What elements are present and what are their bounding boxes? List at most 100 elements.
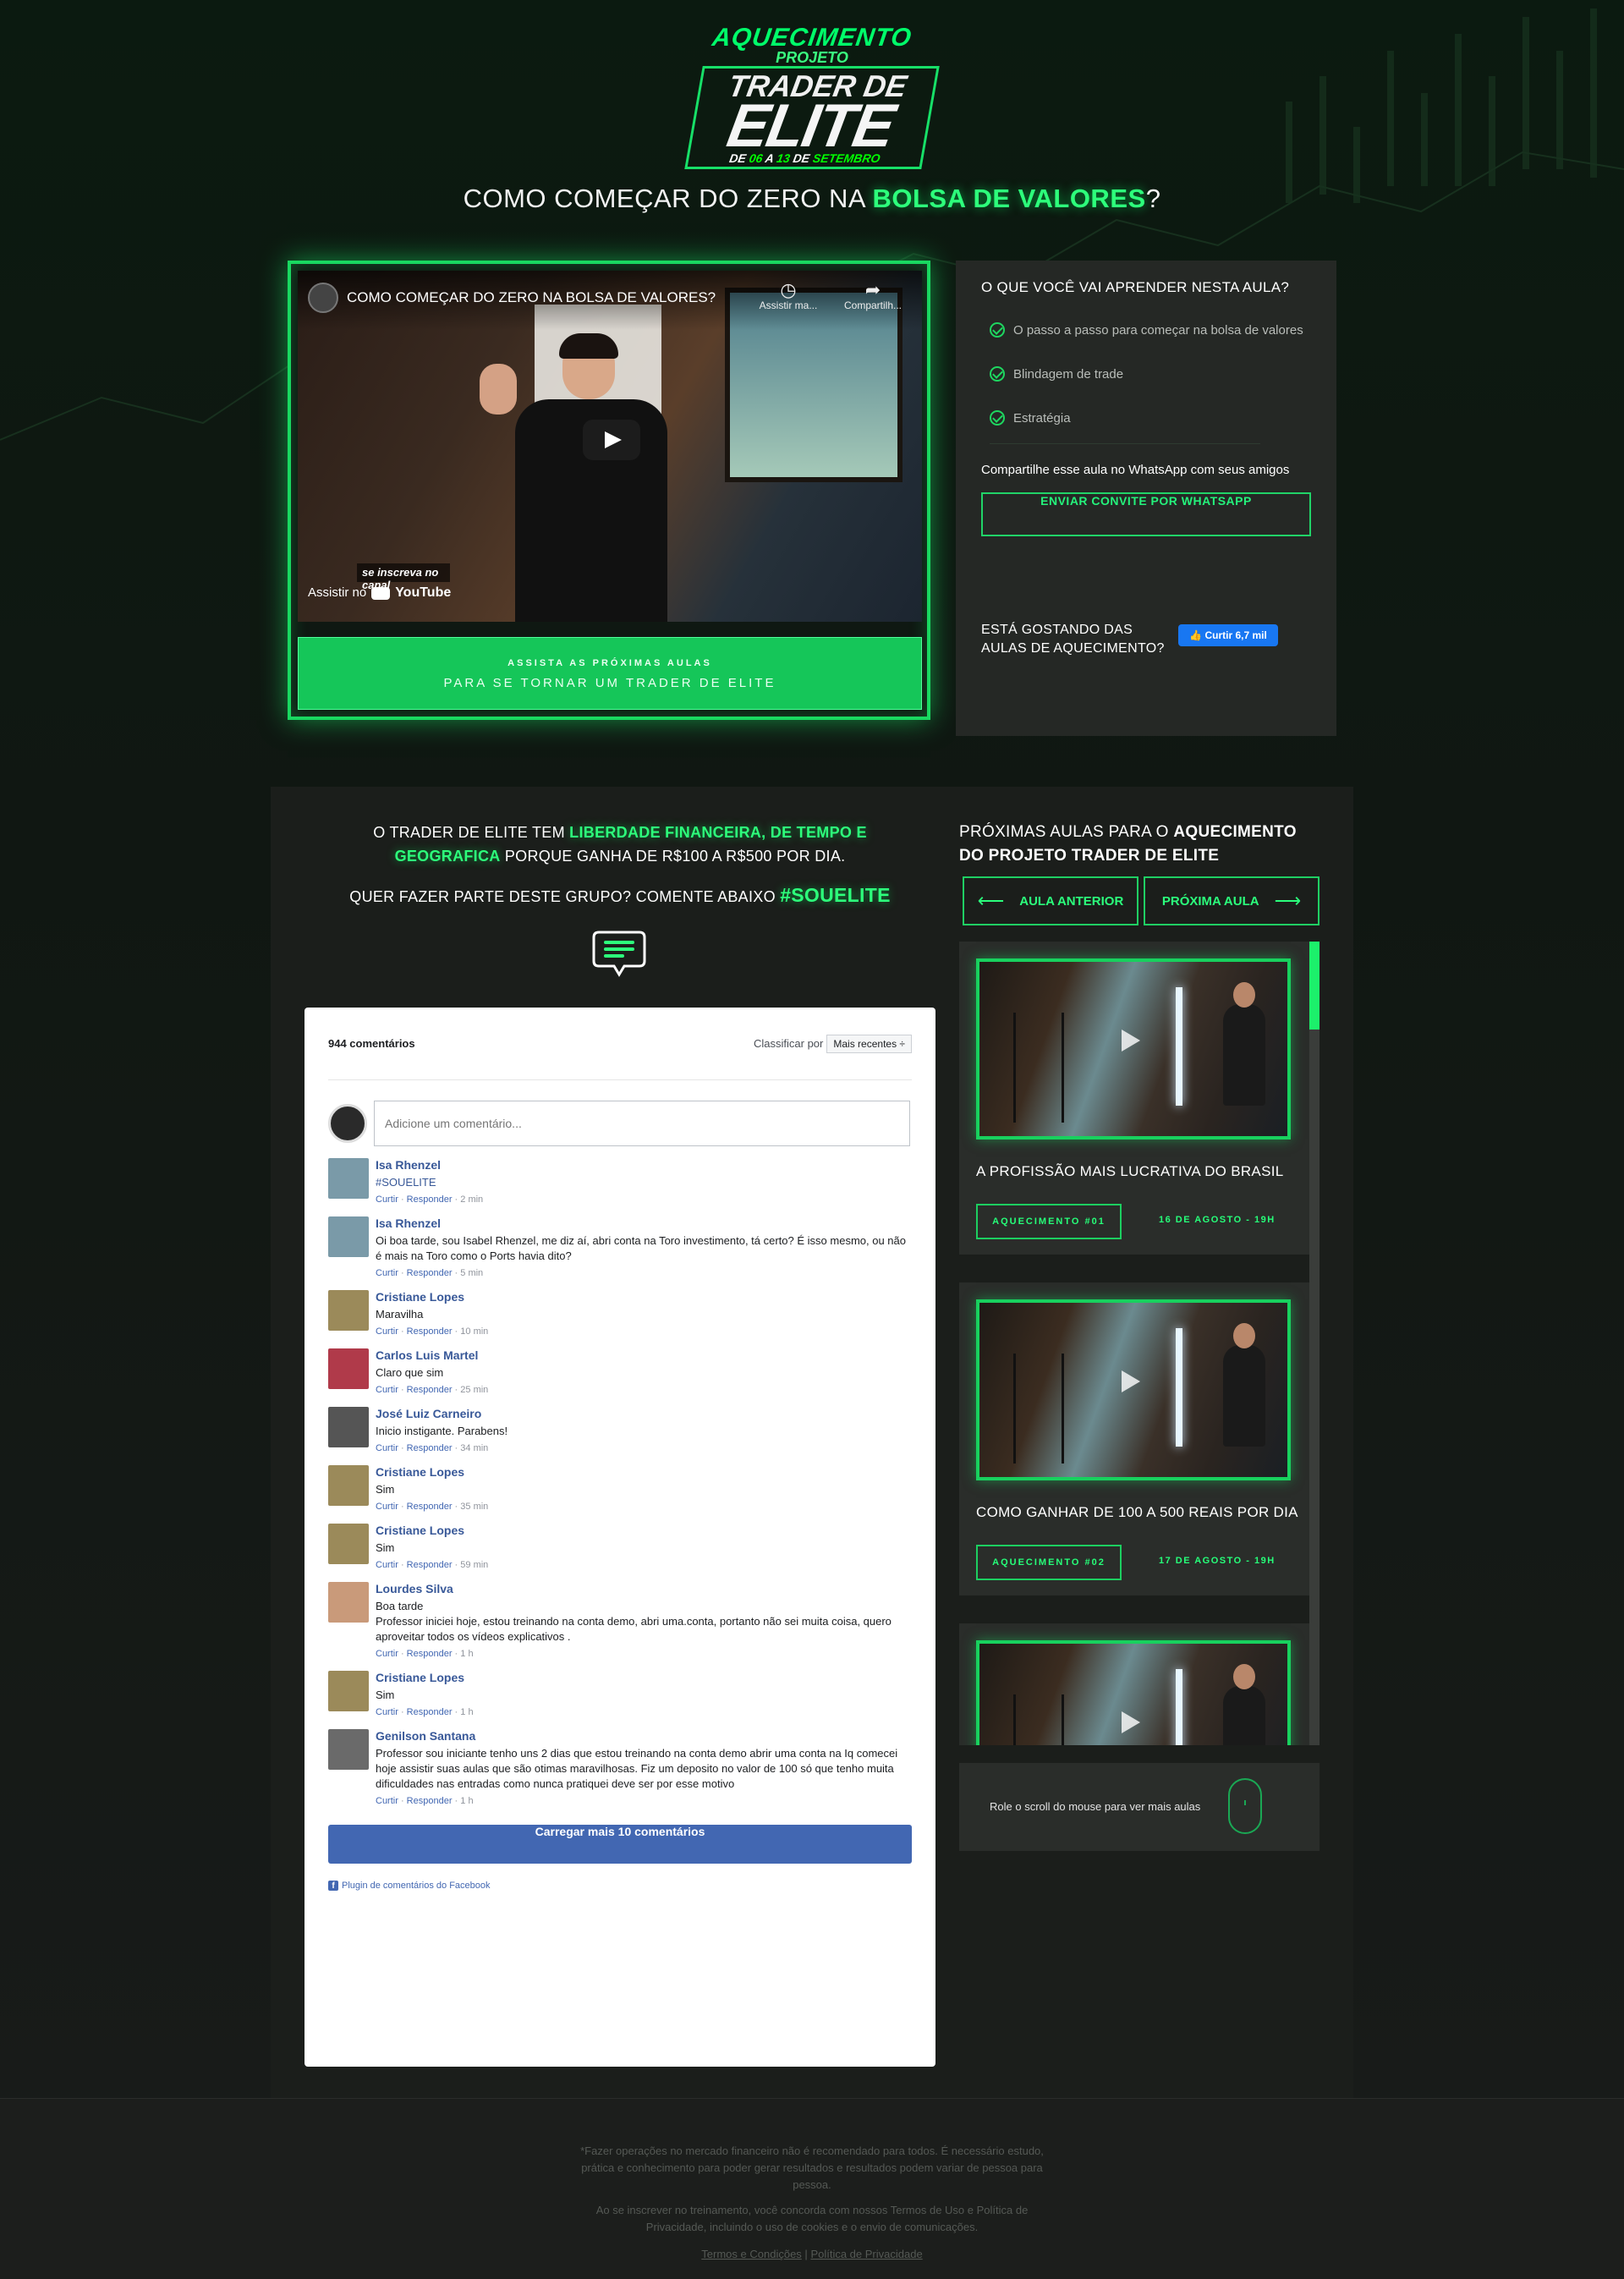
next-classes-cta-button[interactable]: ASSISTA AS PRÓXIMAS AULAS PARA SE TORNAR… [298,637,922,710]
comment-meta: Curtir · Responder · 2 min [376,1194,484,1205]
lesson-list-scrollbar[interactable] [1309,942,1320,1745]
commenter-avatar[interactable] [328,1216,369,1257]
comment-like-link[interactable]: Curtir [376,1194,398,1205]
commenter-name[interactable]: Cristiane Lopes [376,1671,474,1684]
commenter-avatar[interactable] [328,1290,369,1331]
footer-links: Termos e Condições | Política de Privaci… [0,2248,1624,2260]
comment-meta: Curtir · Responder · 1 h [376,1649,474,1659]
comment-reply-link[interactable]: Responder [407,1194,453,1205]
commenter-avatar[interactable] [328,1729,369,1770]
commenter-avatar[interactable] [328,1348,369,1389]
comment-like-link[interactable]: Curtir [376,1560,398,1570]
presenter-hair [559,333,618,359]
video-title[interactable]: COMO COMEÇAR DO ZERO NA BOLSA DE VALORES… [347,289,716,306]
comment-reply-link[interactable]: Responder [407,1443,453,1453]
comment-like-link[interactable]: Curtir [376,1502,398,1512]
load-more-comments-button[interactable]: Carregar mais 10 comentários [328,1825,912,1864]
comment-text: Oi boa tarde, sou Isabel Rhenzel, me diz… [376,1234,906,1262]
promo-paragraph-1: O TRADER DE ELITE TEM LIBERDADE FINANCEI… [338,821,902,868]
comment-reply-link[interactable]: Responder [407,1649,453,1659]
comment-reply-link[interactable]: Responder [407,1796,453,1806]
commenter-name[interactable]: Carlos Luis Martel [376,1348,488,1362]
comment-like-link[interactable]: Curtir [376,1268,398,1278]
watch-later-button[interactable]: ◷ Assistir ma... [754,281,822,312]
commenter-avatar[interactable] [328,1158,369,1199]
comment-meta: Curtir · Responder · 10 min [376,1326,489,1337]
whatsapp-invite-button[interactable]: ENVIAR CONVITE POR WHATSAPP [981,492,1311,536]
share-video-button[interactable]: ➦ Compartilh... [839,281,907,312]
learn-list: O passo a passo para começar na bolsa de… [981,308,1311,440]
comment-like-link[interactable]: Curtir [376,1385,398,1395]
comment-time: 1 h [460,1796,474,1806]
facebook-like-button[interactable]: 👍 Curtir 6,7 mil [1178,624,1278,646]
comment-like-link[interactable]: Curtir [376,1443,398,1453]
footer-disclaimer: *Fazer operações no mercado financeiro n… [580,2144,1044,2191]
commenter-name[interactable]: Cristiane Lopes [376,1465,488,1479]
promo-p1-a: O TRADER DE ELITE TEM [373,824,570,841]
comment-time: 5 min [460,1268,484,1278]
comment-like-link[interactable]: Curtir [376,1796,398,1806]
sort-select[interactable]: Mais recentes ÷ [826,1034,912,1053]
comments-count: 944 comentários [328,1037,415,1050]
commenter-name[interactable]: Lourdes Silva [376,1582,912,1595]
comment-reply-link[interactable]: Responder [407,1502,453,1512]
footer: *Fazer operações no mercado financeiro n… [0,2098,1624,2279]
comment-like-link[interactable]: Curtir [376,1707,398,1717]
comment-reply-link[interactable]: Responder [407,1707,453,1717]
next-label: PRÓXIMA AULA [1161,893,1259,909]
comment-like-link[interactable]: Curtir [376,1649,398,1659]
comment-reply-link[interactable]: Responder [407,1560,453,1570]
chat-bubble-icon [592,931,646,977]
commenter-avatar[interactable] [328,1582,369,1623]
lesson-list[interactable]: A PROFISSÃO MAIS LUCRATIVA DO BRASIL AQUE… [959,942,1321,1745]
thumb-lamp [1176,987,1182,1106]
terms-link[interactable]: Termos e Condições [701,2248,802,2260]
facebook-comments-plugin: 944 comentários Classificar por Mais rece… [304,1008,935,2067]
commenter-avatar[interactable] [328,1407,369,1447]
commenter-avatar[interactable] [328,1524,369,1564]
lesson-card[interactable]: COMO GANHAR DE 100 A 500 REAIS POR DIA AQ… [959,1282,1310,1595]
lesson-title: A PROFISSÃO MAIS LUCRATIVA DO BRASIL [976,1163,1284,1179]
lesson-thumbnail[interactable] [976,1299,1291,1480]
comment-reply-link[interactable]: Responder [407,1268,453,1278]
commenter-name[interactable]: Isa Rhenzel [376,1158,483,1172]
scrollbar-thumb[interactable] [1309,942,1320,1030]
comment-text: Maravilha [376,1308,424,1321]
lesson-card[interactable]: A PROFISSÃO MAIS LUCRATIVA DO BRASIL AQUE… [959,942,1310,1255]
watch-on-youtube-link[interactable]: Assistir no YouTube [308,585,451,601]
next-class-button[interactable]: PRÓXIMA AULA ⟶ [1144,876,1320,925]
commenter-name[interactable]: Cristiane Lopes [376,1290,488,1304]
comment-reply-link[interactable]: Responder [407,1326,453,1337]
privacy-link[interactable]: Política de Privacidade [810,2248,922,2260]
lesson-thumbnail[interactable] [976,1640,1291,1745]
youtube-player[interactable]: COMO COMEÇAR DO ZERO NA BOLSA DE VALORES… [298,271,922,622]
comment-item: Cristiane Lopes Sim Curtir · Responder · 3… [328,1465,912,1512]
commenter-name[interactable]: Isa Rhenzel [376,1216,912,1230]
previous-class-button[interactable]: ⟵ AULA ANTERIOR [963,876,1138,925]
lesson-thumbnail[interactable] [976,958,1291,1140]
commenter-avatar[interactable] [328,1465,369,1506]
commenter-name[interactable]: Cristiane Lopes [376,1524,488,1537]
commenter-name[interactable]: José Luiz Carneiro [376,1407,508,1420]
comment-meta: Curtir · Responder · 1 h [376,1707,474,1717]
thumb-person [1223,982,1265,1106]
add-comment-row [328,1101,912,1146]
comment-meta: Curtir · Responder · 1 h [376,1796,474,1806]
title-suffix: ? [1145,184,1161,213]
commenter-avatar[interactable] [328,1671,369,1711]
play-button-icon[interactable] [583,420,640,460]
commenter-name[interactable]: Genilson Santana [376,1729,912,1743]
comment-item: Lourdes Silva Boa tarde Professor iniciei… [328,1582,912,1659]
learn-item-label: Blindagem de trade [1013,366,1124,382]
comment-item: Carlos Luis Martel Claro que sim Curtir · … [328,1348,912,1395]
channel-avatar[interactable] [308,283,338,313]
comment-reply-link[interactable]: Responder [407,1385,453,1395]
comment-body: Cristiane Lopes Sim Curtir · Responder · 5… [376,1524,488,1570]
facebook-plugin-link[interactable]: f Plugin de comentários do Facebook [328,1881,912,1892]
comment-text: Boa tarde Professor iniciei hoje, estou … [376,1600,892,1643]
lesson-card[interactable] [959,1623,1310,1745]
comment-input[interactable] [374,1101,910,1146]
subscribe-overlay[interactable]: se inscreva no canal [357,563,450,591]
thumb-person [1223,1323,1265,1447]
comment-like-link[interactable]: Curtir [376,1326,398,1337]
